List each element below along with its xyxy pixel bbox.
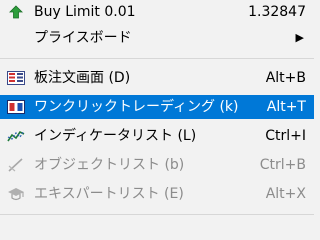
submenu-arrow-icon: ▶	[295, 31, 304, 44]
green-up-arrow-icon	[7, 3, 25, 21]
indicators-icon	[7, 127, 25, 145]
menu-separator	[0, 58, 314, 59]
menu-item-one-click-trading[interactable]: ワンクリックトレーディング (k) Alt+T	[0, 95, 314, 119]
menu-item-shortcut: Alt+X	[265, 186, 306, 202]
one-click-trading-icon	[7, 98, 25, 116]
menu-item-label: オブジェクトリスト (b)	[34, 157, 185, 173]
menu-item-price-board[interactable]: プライスボード ▶	[0, 26, 314, 50]
menu-item-label: Buy Limit 0.01	[34, 4, 136, 20]
menu-item-label: インディケータリスト (L)	[34, 128, 197, 144]
objects-icon	[7, 156, 25, 174]
menu-item-depth-of-market[interactable]: 板注文画面 (D) Alt+B	[0, 66, 314, 90]
menu-item-objects-list[interactable]: オブジェクトリスト (b) Ctrl+B	[0, 153, 314, 177]
menu-separator	[0, 214, 314, 215]
menu-item-buy-limit[interactable]: Buy Limit 0.01 1.32847	[0, 0, 314, 24]
experts-icon	[7, 185, 25, 203]
menu-item-label: ワンクリックトレーディング (k)	[34, 99, 239, 115]
menu-item-indicators-list[interactable]: インディケータリスト (L) Ctrl+I	[0, 124, 314, 148]
menu-item-label: 板注文画面 (D)	[34, 70, 131, 86]
menu-item-shortcut: Alt+T	[266, 99, 306, 115]
menu-item-shortcut: Ctrl+B	[259, 157, 306, 173]
market-depth-icon	[7, 69, 25, 87]
context-menu: Buy Limit 0.01 1.32847 プライスボード ▶ 板注文画面 (…	[0, 0, 314, 230]
menu-item-shortcut: Alt+B	[265, 70, 306, 86]
menu-item-shortcut: Ctrl+I	[265, 128, 306, 144]
menu-item-label: プライスボード	[34, 30, 132, 46]
menu-item-experts-list[interactable]: エキスパートリスト (E) Alt+X	[0, 182, 314, 206]
menu-item-price: 1.32847	[248, 4, 306, 20]
menu-item-label: エキスパートリスト (E)	[34, 186, 184, 202]
